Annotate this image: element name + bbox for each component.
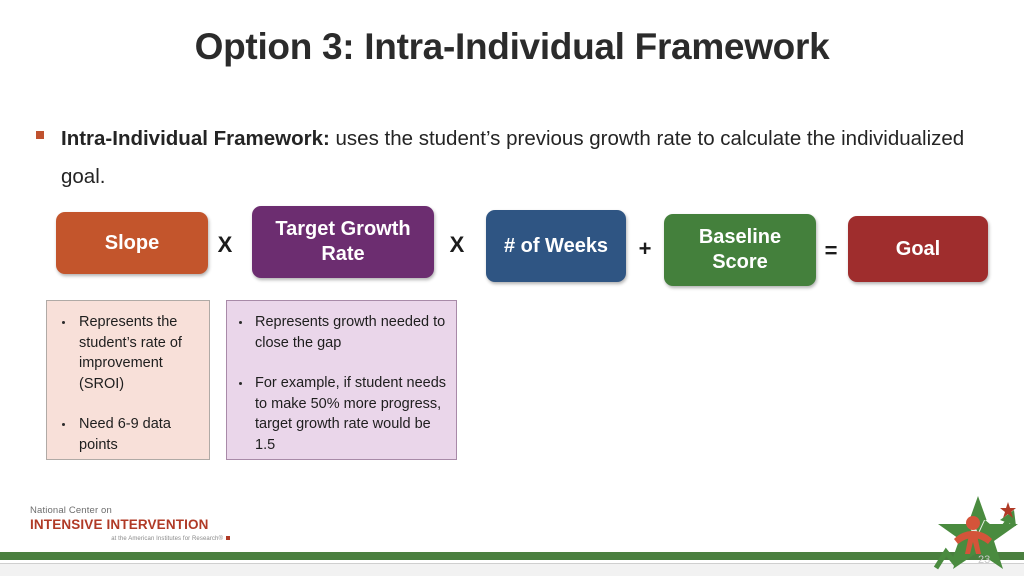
figure-head-icon <box>966 516 980 530</box>
intro-bullet: Intra-Individual Framework: uses the stu… <box>36 120 986 196</box>
formula-operator-multiply-2: X <box>449 232 465 257</box>
formula-box-slope: Slope <box>56 212 208 274</box>
formula-operator-plus: + <box>638 236 652 261</box>
formula-operator-multiply-1: X <box>217 232 233 257</box>
callout-slope-item-2: Need 6-9 data points <box>79 416 171 453</box>
logo-line-3: at the American Institutes for Research® <box>30 535 230 544</box>
bullet-dot-icon <box>62 423 65 426</box>
formula-box-baseline-score: Baseline Score <box>664 214 816 286</box>
list-item: Represents the student’s rate of improve… <box>56 312 200 394</box>
callout-slope: Represents the student’s rate of improve… <box>46 300 210 460</box>
callout-slope-item-1: Represents the student’s rate of improve… <box>79 314 182 392</box>
footer-background <box>0 564 1024 576</box>
formula-box-target-growth-rate: Target Growth Rate <box>252 206 434 278</box>
page-title: Option 3: Intra-Individual Framework <box>194 26 830 67</box>
intro-bullet-lead: Intra-Individual Framework: <box>61 127 330 150</box>
intro-bullet-text: Intra-Individual Framework: uses the stu… <box>61 120 986 196</box>
list-item: For example, if student needs to make 50… <box>236 373 447 455</box>
page-number: 23 <box>978 554 991 566</box>
list-item: Need 6-9 data points <box>56 414 200 455</box>
callout-tgr-item-1: Represents growth needed to close the ga… <box>255 314 446 351</box>
formula-box-goal: Goal <box>848 216 988 282</box>
bullet-dot-icon <box>239 382 242 385</box>
logo-line-1: National Center on <box>30 505 112 516</box>
list-item: Represents growth needed to close the ga… <box>236 312 447 353</box>
logo-square-icon <box>226 536 230 540</box>
formula-diagram: Slope X Target Growth Rate X # of Weeks … <box>56 206 1006 290</box>
square-bullet-icon <box>36 131 44 139</box>
bullet-dot-icon <box>239 321 242 324</box>
logo-line-2: INTENSIVE INTERVENTION <box>30 517 209 532</box>
footer-divider-bar <box>0 552 1024 560</box>
formula-operator-equals: = <box>824 238 838 263</box>
ncii-logo: National Center on INTENSIVE INTERVENTIO… <box>30 505 230 544</box>
logo-line-3-text: at the American Institutes for Research® <box>111 536 223 542</box>
formula-box-number-of-weeks: # of Weeks <box>486 210 626 282</box>
callout-tgr-item-2: For example, if student needs to make 50… <box>255 375 447 453</box>
bullet-dot-icon <box>62 321 65 324</box>
callout-target-growth-rate: Represents growth needed to close the ga… <box>226 300 457 460</box>
